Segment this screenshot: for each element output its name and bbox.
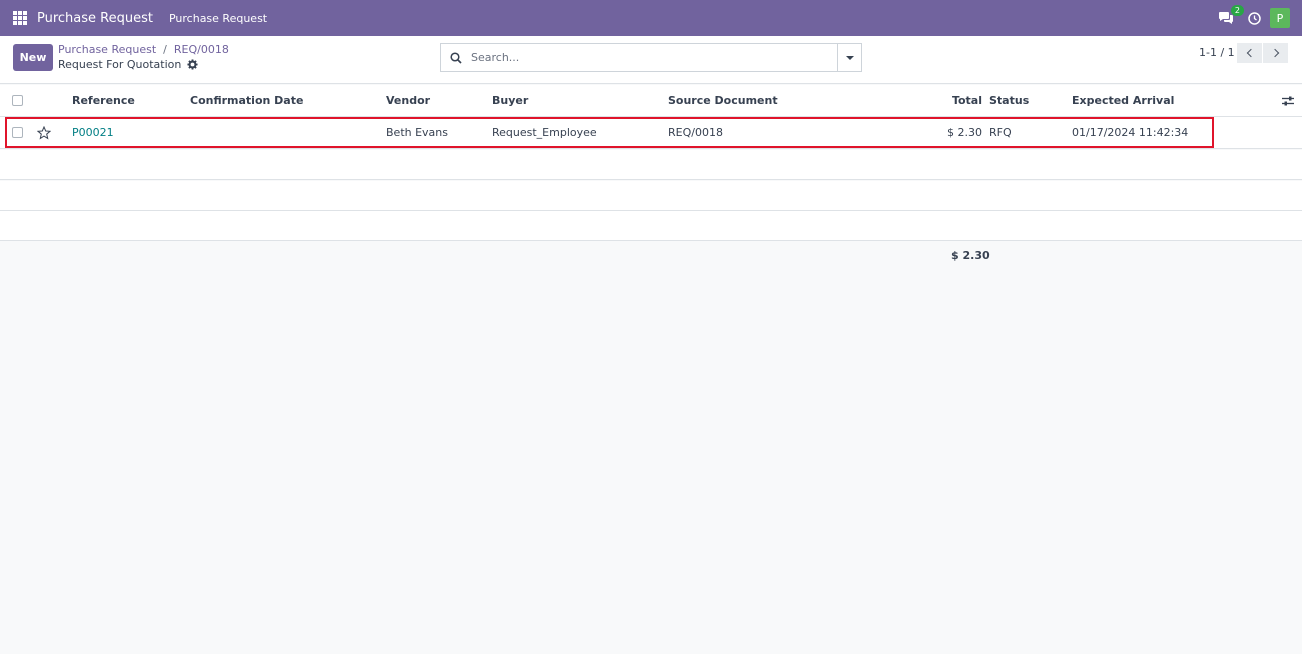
column-settings-icon[interactable] (1282, 85, 1294, 116)
new-button[interactable]: New (13, 44, 53, 71)
app-name[interactable]: Purchase Request (37, 11, 153, 26)
search-options-toggle[interactable] (837, 44, 861, 71)
select-all-checkbox-cell[interactable] (12, 85, 23, 116)
chevron-right-icon (1270, 48, 1279, 58)
column-header-source-document[interactable]: Source Document (668, 85, 778, 116)
cell-vendor: Beth Evans (386, 126, 448, 139)
menu-item-purchase-request[interactable]: Purchase Request (169, 12, 267, 25)
navbar-systray: 2 P (1218, 5, 1290, 28)
column-header-expected-arrival[interactable]: Expected Arrival (1072, 85, 1174, 116)
empty-row (0, 211, 1302, 241)
cell-source-document: REQ/0018 (668, 126, 723, 139)
chevron-left-icon (1246, 48, 1255, 58)
cell-buyer: Request_Employee (492, 126, 597, 139)
gear-icon[interactable] (187, 59, 198, 70)
column-header-reference[interactable]: Reference (72, 85, 135, 116)
breadcrumb-separator: / (163, 43, 167, 56)
chevron-down-icon (845, 55, 854, 60)
cell-total: $ 2.30 (947, 126, 982, 139)
search-input[interactable] (471, 51, 831, 64)
avatar[interactable]: P (1270, 8, 1290, 28)
chat-icon[interactable]: 2 (1218, 5, 1244, 25)
chat-badge: 2 (1230, 5, 1244, 16)
breadcrumb-item-purchase-request[interactable]: Purchase Request (58, 43, 156, 56)
column-header-vendor[interactable]: Vendor (386, 85, 430, 116)
column-header-confirmation-date[interactable]: Confirmation Date (190, 85, 303, 116)
table-header: Reference Confirmation Date Vendor Buyer… (0, 85, 1302, 117)
row-checkbox[interactable] (12, 127, 23, 138)
cell-expected-arrival: 01/17/2024 11:42:34 (1072, 126, 1189, 139)
clock-icon[interactable] (1248, 11, 1261, 25)
star-icon[interactable] (37, 117, 51, 148)
apps-grid-icon[interactable] (13, 11, 27, 25)
cell-reference[interactable]: P00021 (72, 117, 114, 148)
page-title-text: Request For Quotation (58, 58, 182, 71)
pager-value[interactable]: 1-1 / 1 (1199, 46, 1235, 59)
search-bar (440, 43, 862, 72)
pager-next-button[interactable] (1263, 43, 1288, 63)
table-sum-total: $ 2.30 (951, 249, 990, 262)
row-checkbox-cell[interactable] (12, 117, 23, 148)
select-all-checkbox[interactable] (12, 95, 23, 106)
breadcrumb: Purchase Request / REQ/0018 (58, 43, 229, 56)
top-navbar: Purchase Request Purchase Request 2 P (0, 0, 1302, 36)
empty-row (0, 150, 1302, 180)
pager-previous-button[interactable] (1237, 43, 1262, 63)
control-panel: New Purchase Request / REQ/0018 Request … (0, 36, 1302, 84)
column-header-status[interactable]: Status (989, 85, 1029, 116)
search-icon (450, 51, 462, 64)
cell-status: RFQ (989, 126, 1012, 139)
table-row[interactable]: P00021 Beth Evans Request_Employee REQ/0… (0, 117, 1302, 149)
column-header-total[interactable]: Total (940, 85, 982, 116)
column-header-buyer[interactable]: Buyer (492, 85, 528, 116)
breadcrumb-item-req[interactable]: REQ/0018 (174, 43, 229, 56)
page-title: Request For Quotation (58, 58, 198, 71)
empty-row (0, 181, 1302, 211)
